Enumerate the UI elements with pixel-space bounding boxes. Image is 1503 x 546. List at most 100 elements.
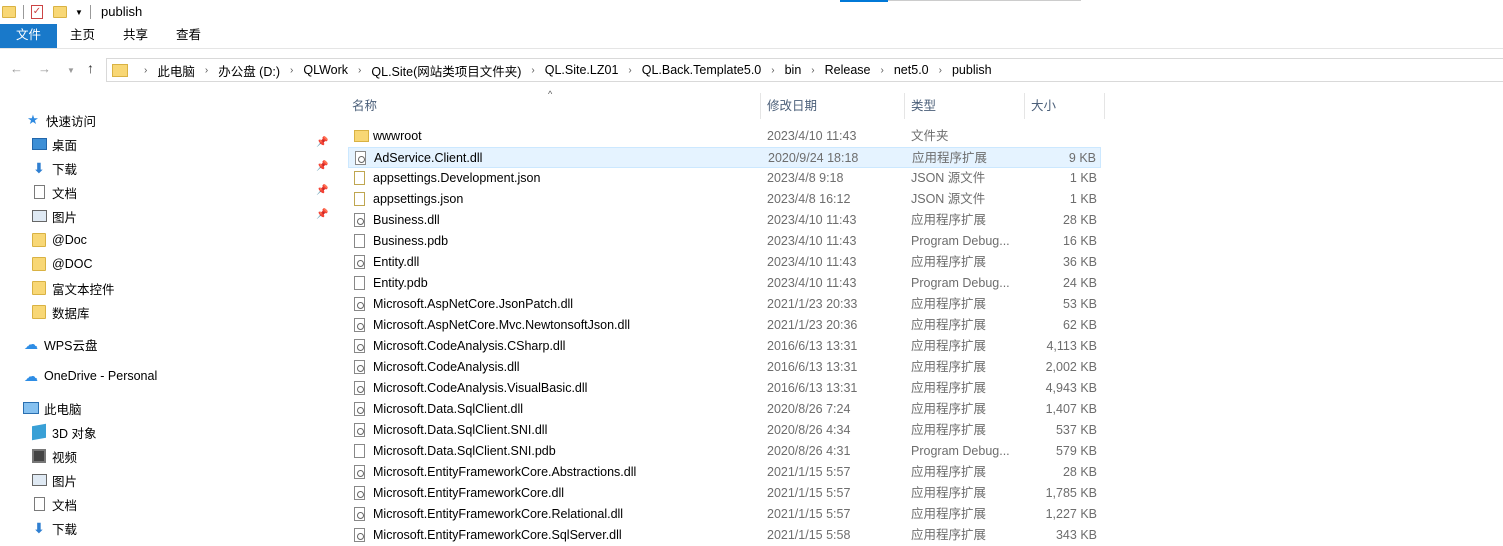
file-row[interactable]: appsettings.Development.json 2023/4/8 9:1… [348,168,1101,189]
chevron-right-icon[interactable]: › [205,65,208,76]
sidebar-item-this-pc[interactable]: 此电脑 [23,398,82,418]
sidebar-item-pc[interactable]: ⬇ 下载 [31,518,77,538]
file-date: 2020/8/26 4:31 [767,444,851,458]
file-row[interactable]: Microsoft.Data.SqlClient.dll 2020/8/26 7:… [348,399,1101,420]
file-type: 应用程序扩展 [911,318,987,332]
file-row[interactable]: Microsoft.EntityFrameworkCore.Abstractio… [348,462,1101,483]
file-row[interactable]: Microsoft.Data.SqlClient.SNI.pdb 2020/8/2… [348,441,1101,462]
chevron-right-icon[interactable]: › [939,65,942,76]
file-date: 2021/1/15 5:57 [767,507,851,521]
file-row[interactable]: Microsoft.EntityFrameworkCore.SqlServer.… [348,525,1101,546]
file-row[interactable]: Microsoft.CodeAnalysis.VisualBasic.dll 20… [348,378,1101,399]
breadcrumb-item[interactable]: QLWork [303,63,348,77]
3d-objects-icon [32,423,46,441]
tab-file[interactable]: 文件 [0,24,57,48]
file-row[interactable]: wwwroot 2023/4/10 11:43 文件夹 [348,126,1101,147]
dll-file-icon [354,507,368,521]
breadcrumb-item[interactable]: net5.0 [894,63,929,77]
file-type: JSON 源文件 [911,192,986,206]
file-row[interactable]: Microsoft.CodeAnalysis.CSharp.dll 2016/6/… [348,336,1101,357]
quick-access-toolbar: ✓ ▼ [0,3,98,21]
sidebar-item-wps[interactable]: ☁ WPS云盘 [23,334,97,354]
sidebar-item-pc[interactable]: 视频 [31,446,77,466]
breadcrumb-item[interactable]: QL.Site(网站类项目文件夹) [371,61,521,80]
chevron-right-icon[interactable]: › [290,65,293,76]
file-row[interactable]: Microsoft.EntityFrameworkCore.dll 2021/1/… [348,483,1101,504]
column-header-type[interactable]: 类型 [911,93,936,119]
column-divider[interactable] [1024,93,1025,119]
breadcrumb-item[interactable]: QL.Back.Template5.0 [642,63,762,77]
up-arrow-icon[interactable]: ↑ [87,60,94,76]
new-folder-icon[interactable] [53,6,67,18]
pin-icon[interactable]: 📌 [316,185,328,196]
file-row[interactable]: Entity.pdb 2023/4/10 11:43 Program Debug..… [348,273,1101,294]
tab-share[interactable]: 共享 [123,24,148,48]
sidebar-item-pc[interactable]: 图片 [31,470,77,490]
column-header-date[interactable]: 修改日期 [767,93,817,119]
pin-icon[interactable]: 📌 [316,209,328,220]
sidebar-item-pc[interactable]: 3D 对象 [31,422,96,442]
picture-icon [31,473,47,487]
file-size: 343 KB [1055,528,1097,542]
tab-home[interactable]: 主页 [70,24,95,48]
sidebar-item-pc[interactable]: 文档 [31,494,77,514]
dll-file-icon [354,423,365,437]
file-row[interactable]: Business.dll 2023/4/10 11:43 应用程序扩展 28 KB [348,210,1101,231]
recent-locations-icon[interactable]: ▼ [67,66,75,75]
pin-icon[interactable]: 📌 [316,137,328,148]
sidebar-item-folder[interactable]: 富文本控件 [31,278,115,298]
folder-icon[interactable] [2,6,16,18]
file-row[interactable]: Microsoft.AspNetCore.JsonPatch.dll 2021/1… [348,294,1101,315]
sidebar-item-pinned[interactable]: 图片 [31,206,77,226]
nav-label: 桌面 [52,138,78,153]
column-header-name[interactable]: 名称 [352,93,377,119]
chevron-right-icon[interactable]: › [358,65,361,76]
file-row[interactable]: Microsoft.CodeAnalysis.dll 2016/6/13 13:3… [348,357,1101,378]
sidebar-item-pinned[interactable]: 桌面 [31,134,77,154]
file-date: 2023/4/10 11:43 [767,234,857,248]
column-divider[interactable] [760,93,761,119]
sidebar-item-folder[interactable]: @DOC [31,254,92,274]
chevron-right-icon[interactable]: › [144,65,147,76]
breadcrumb-item[interactable]: QL.Site.LZ01 [545,63,619,77]
file-row[interactable]: Microsoft.EntityFrameworkCore.Relational… [348,504,1101,525]
sidebar-item-pinned[interactable]: 文档 [31,182,77,202]
breadcrumb-item[interactable]: Release [825,63,871,77]
file-row[interactable]: Microsoft.AspNetCore.Mvc.NewtonsoftJson.… [348,315,1101,336]
chevron-right-icon[interactable]: › [881,65,884,76]
sidebar-item-onedrive[interactable]: ☁ OneDrive - Personal [23,366,157,386]
chevron-right-icon[interactable]: › [531,65,534,76]
breadcrumb-item[interactable]: publish [952,63,992,77]
file-date: 2023/4/10 11:43 [767,255,857,269]
customize-dropdown-icon[interactable]: ▼ [75,8,83,17]
chevron-right-icon[interactable]: › [771,65,774,76]
pdb-file-icon [354,444,365,458]
sidebar-item-pinned[interactable]: ⬇ 下载 [31,158,77,178]
properties-icon[interactable]: ✓ [31,5,43,19]
forward-arrow-icon[interactable]: → [38,61,51,76]
chevron-right-icon[interactable]: › [628,65,631,76]
desktop-icon [31,138,47,150]
chevron-right-icon[interactable]: › [811,65,814,76]
sidebar-item-quick-access[interactable]: ★ 快速访问 [25,110,96,130]
sidebar-item-folder[interactable]: @Doc [31,230,87,250]
breadcrumb-item[interactable]: 此电脑 [157,61,195,80]
column-divider[interactable] [1104,93,1105,119]
pin-icon[interactable]: 📌 [316,161,328,172]
file-row[interactable]: AdService.Client.dll 2020/9/24 18:18 应用程序扩… [348,147,1101,168]
title-accent [840,0,888,2]
column-divider[interactable] [904,93,905,119]
file-type: 应用程序扩展 [911,423,987,437]
breadcrumb-item[interactable]: bin [785,63,802,77]
sidebar-item-folder[interactable]: 数据库 [31,302,90,322]
file-row[interactable]: appsettings.json 2023/4/8 16:12 JSON 源文件 1 … [348,189,1101,210]
tab-view[interactable]: 查看 [176,24,201,48]
column-header-size[interactable]: 大小 [1031,93,1056,119]
address-bar[interactable]: › 此电脑 › 办公盘 (D:) › QLWork › QL.Site(网站类项目文件夹) › Q… [106,58,1503,82]
file-row[interactable]: Business.pdb 2023/4/10 11:43 Program Debug… [348,231,1101,252]
file-row[interactable]: Microsoft.Data.SqlClient.SNI.dll 2020/8/2… [348,420,1101,441]
file-name: Business.dll [373,213,440,227]
back-arrow-icon[interactable]: ← [10,61,23,76]
file-row[interactable]: Entity.dll 2023/4/10 11:43 应用程序扩展 36 KB [348,252,1101,273]
breadcrumb-item[interactable]: 办公盘 (D:) [218,61,280,80]
